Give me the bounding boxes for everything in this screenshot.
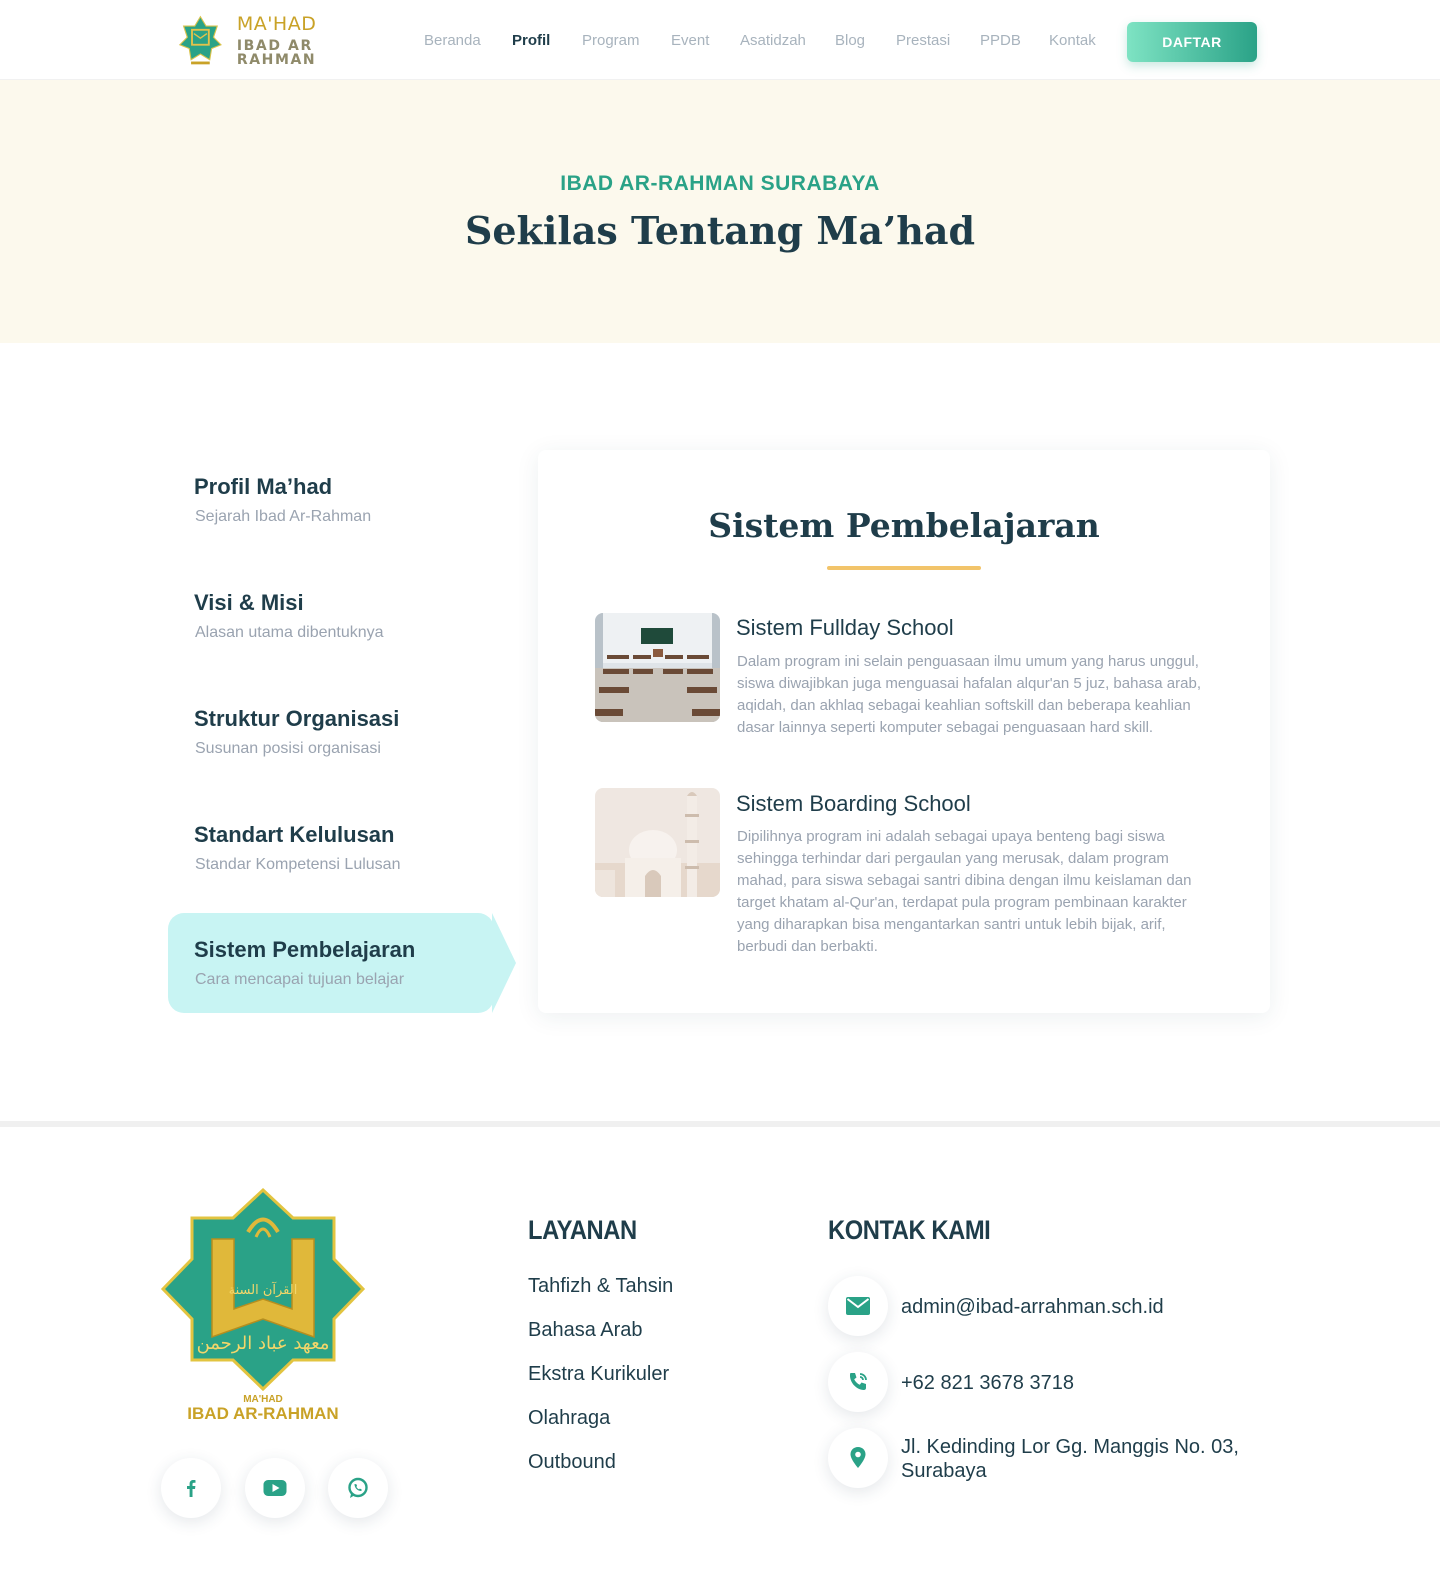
daftar-button[interactable]: DAFTAR [1127,22,1257,62]
sidebar-item-visi-misi[interactable]: Visi & Misi Alasan utama dibentuknya [168,566,494,666]
nav-link-program[interactable]: Program [582,32,640,49]
feature-title: Sistem Boarding School [736,791,971,816]
logo-arabic-bottom: معهد عباد الرحمن [197,1333,330,1354]
sidebar-item-title: Visi & Misi [194,590,304,615]
phone-icon [850,1373,867,1390]
sidebar-item-sistem-pembelajaran[interactable]: Sistem Pembelajaran Cara mencapai tujuan… [168,913,516,1013]
sidebar-item-title: Sistem Pembelajaran [194,937,416,962]
nav-link-event[interactable]: Event [671,32,709,49]
sidebar-item-subtitle: Standar Kompetensi Lulusan [195,856,401,873]
classroom-image [595,613,720,722]
sidebar-item-profil-mahad[interactable]: Profil Ma’had Sejarah Ibad Ar-Rahman [168,450,494,550]
youtube-icon [263,1480,287,1496]
phone-icon-wrap [828,1352,888,1412]
content-title: Sistem Pembelajaran [708,506,1100,545]
logo-arabic-top: القرآن السنة [229,1281,298,1298]
address-line2: Surabaya [901,1460,987,1482]
mail-icon [846,1297,870,1315]
mahad-footer-logo: القرآن السنة معهد عباد الرحمن MA'HAD IBA… [160,1187,366,1423]
hero-eyebrow: IBAD AR-RAHMAN SURABAYA [560,172,880,195]
nav-link-kontak[interactable]: Kontak [1049,32,1096,49]
whatsapp-link[interactable] [328,1458,388,1518]
content-card: Sistem Pembelajaran Sistem Fullday Schoo… [538,450,1270,1013]
contact-address: Jl. Kedinding Lor Gg. Manggis No. 03, Su… [901,1435,1239,1483]
page-title: Sekilas Tentang Ma’had [464,208,976,253]
nav-link-ppdb[interactable]: PPDB [980,32,1021,49]
layanan-link-bahasa-arab[interactable]: Bahasa Arab [528,1319,643,1342]
sidebar-item-subtitle: Cara mencapai tujuan belajar [195,971,405,988]
nav-link-prestasi[interactable]: Prestasi [896,32,950,49]
hero-section: IBAD AR-RAHMAN SURABAYA Sekilas Tentang … [0,80,1440,343]
sidebar-item-title: Struktur Organisasi [194,706,400,731]
brand-subtitle: IBAD AR RAHMAN [236,38,317,68]
feature-description: Dalam program ini selain penguasaan ilmu… [737,653,1201,736]
contact-phone[interactable]: +62 821 3678 3718 [901,1371,1074,1395]
feature-title: Sistem Fullday School [736,615,954,640]
whatsapp-icon [348,1477,368,1498]
facebook-link[interactable] [161,1458,221,1518]
navbar: MA'HAD IBAD AR RAHMAN Beranda Profil Pro… [0,0,1440,80]
layanan-link-outbound[interactable]: Outbound [528,1451,616,1474]
sidebar-item-subtitle: Susunan posisi organisasi [195,740,381,757]
kontak-heading: KONTAK KAMI [828,1215,991,1245]
email-icon-wrap [828,1276,888,1336]
feature-description: Dipilihnya program ini adalah sebagai up… [737,828,1192,955]
location-icon-wrap [828,1428,888,1488]
sidebar-item-standart-kelulusan[interactable]: Standart Kelulusan Standar Kompetensi Lu… [168,798,494,898]
nav-link-profil[interactable]: Profil [512,32,550,49]
sidebar-item-struktur-organisasi[interactable]: Struktur Organisasi Susunan posisi organ… [168,682,494,782]
sidebar-item-title: Profil Ma’had [194,474,333,499]
layanan-heading: LAYANAN [528,1215,637,1245]
sidebar-item-title: Standart Kelulusan [194,822,395,847]
mahad-logo-icon [178,15,222,65]
nav-link-blog[interactable]: Blog [835,32,865,49]
brand-title: MA'HAD [236,13,317,35]
logo-line2: IBAD AR-RAHMAN [187,1404,338,1423]
location-pin-icon [850,1447,866,1468]
youtube-link[interactable] [245,1458,305,1518]
layanan-link-olahraga[interactable]: Olahraga [528,1407,610,1430]
sidebar-item-subtitle: Sejarah Ibad Ar-Rahman [195,508,372,525]
nav-link-beranda[interactable]: Beranda [424,32,481,49]
sidebar-item-subtitle: Alasan utama dibentuknya [195,624,384,641]
brand-logo-link[interactable]: MA'HAD IBAD AR RAHMAN [178,12,388,70]
footer: القرآن السنة معهد عباد الرحمن MA'HAD IBA… [0,1121,1440,1571]
contact-email[interactable]: admin@ibad-arrahman.sch.id [901,1295,1164,1319]
title-underline [827,566,981,570]
layanan-link-ekstra-kurikuler[interactable]: Ekstra Kurikuler [528,1363,669,1386]
facebook-icon [187,1480,196,1497]
mosque-image [595,788,720,897]
nav-link-asatidzah[interactable]: Asatidzah [740,32,806,49]
address-line1: Jl. Kedinding Lor Gg. Manggis No. 03, [901,1436,1239,1458]
layanan-link-tahfizh[interactable]: Tahfizh & Tahsin [528,1275,673,1298]
